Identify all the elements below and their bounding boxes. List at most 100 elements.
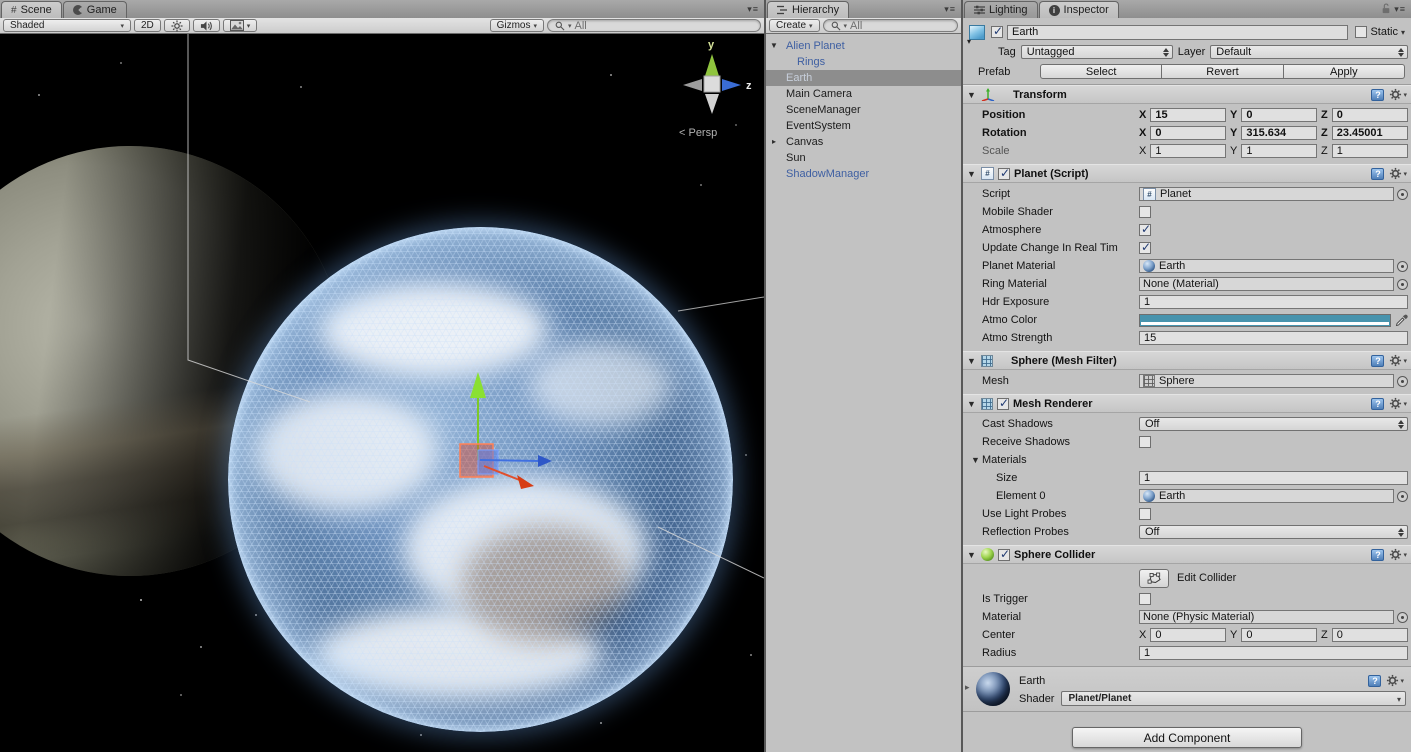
foldout-closed-icon[interactable]: ▸	[772, 137, 776, 146]
mesh-filter-header[interactable]: ▼ Sphere (Mesh Filter) ? ▾	[963, 351, 1411, 370]
update-change-checkbox[interactable]	[1139, 242, 1151, 254]
script-object-field[interactable]: #Planet	[1139, 187, 1394, 201]
center-z-field[interactable]: 0	[1332, 628, 1408, 642]
object-picker-icon[interactable]	[1397, 612, 1408, 623]
position-z-field[interactable]: 0	[1332, 108, 1408, 122]
scale-y-field[interactable]: 1	[1241, 144, 1317, 158]
shading-mode-dropdown[interactable]: Shaded ▾	[3, 19, 131, 32]
shader-dropdown[interactable]: Planet/Planet ▾	[1061, 691, 1406, 706]
tab-inspector[interactable]: i Inspector	[1039, 1, 1119, 18]
center-x-field[interactable]: 0	[1150, 628, 1226, 642]
hierarchy-item-eventsystem[interactable]: EventSystem	[766, 118, 961, 134]
radius-field[interactable]: 1	[1139, 646, 1408, 660]
object-picker-icon[interactable]	[1397, 261, 1408, 272]
gameobject-cube-icon[interactable]	[969, 25, 985, 40]
sphere-collider-header[interactable]: ▼ Sphere Collider ? ▾	[963, 545, 1411, 564]
prefab-revert-button[interactable]: Revert	[1162, 64, 1283, 79]
active-checkbox[interactable]	[991, 26, 1003, 38]
foldout-open-icon[interactable]: ▼	[967, 169, 977, 179]
hierarchy-item-canvas[interactable]: ▸ Canvas	[766, 134, 961, 150]
object-picker-icon[interactable]	[1397, 279, 1408, 290]
receive-shadows-checkbox[interactable]	[1139, 436, 1151, 448]
is-trigger-checkbox[interactable]	[1139, 593, 1151, 605]
material-thumbnail[interactable]	[976, 672, 1010, 706]
gear-icon[interactable]: ▾	[1389, 354, 1407, 367]
hierarchy-search-input[interactable]: ▾ All	[823, 19, 958, 32]
tab-scene[interactable]: # Scene	[1, 1, 62, 18]
scene-search-input[interactable]: ▾ All	[547, 19, 761, 32]
gear-icon[interactable]: ▾	[1389, 88, 1407, 101]
hierarchy-item-main-camera[interactable]: Main Camera	[766, 86, 961, 102]
prefab-select-button[interactable]: Select	[1040, 64, 1162, 79]
scene-lighting-toggle[interactable]	[164, 19, 190, 32]
scene-panel-menu-icon[interactable]: ▾≡	[742, 4, 764, 15]
layer-dropdown[interactable]: Default	[1210, 45, 1408, 59]
prefab-apply-button[interactable]: Apply	[1284, 64, 1405, 79]
foldout-open-icon[interactable]: ▼	[967, 550, 977, 560]
ring-material-field[interactable]: None (Material)	[1139, 277, 1394, 291]
help-icon[interactable]: ?	[1371, 89, 1384, 101]
gear-icon[interactable]: ▾	[1389, 167, 1407, 180]
gear-icon[interactable]: ▾	[1389, 397, 1407, 410]
tag-dropdown[interactable]: Untagged	[1021, 45, 1173, 59]
planet-material-field[interactable]: Earth	[1139, 259, 1394, 273]
scale-z-field[interactable]: 1	[1332, 144, 1408, 158]
atmosphere-checkbox[interactable]	[1139, 224, 1151, 236]
center-y-field[interactable]: 0	[1241, 628, 1317, 642]
hierarchy-panel-menu-icon[interactable]: ▾≡	[939, 4, 961, 15]
atmo-color-swatch[interactable]	[1139, 314, 1391, 327]
create-dropdown[interactable]: Create ▾	[769, 19, 820, 32]
foldout-open-icon[interactable]: ▼	[770, 41, 778, 50]
help-icon[interactable]: ?	[1371, 549, 1384, 561]
object-picker-icon[interactable]	[1397, 189, 1408, 200]
foldout-open-icon[interactable]: ▼	[967, 90, 977, 100]
element0-field[interactable]: Earth	[1139, 489, 1394, 503]
reflection-probes-dropdown[interactable]: Off	[1139, 525, 1408, 539]
scene-effects-dropdown[interactable]: ▾	[223, 19, 258, 32]
help-icon[interactable]: ?	[1371, 398, 1384, 410]
cast-shadows-dropdown[interactable]: Off	[1139, 417, 1408, 431]
inspector-lock-and-menu[interactable]: ▾≡	[1376, 3, 1411, 15]
scene-orientation-gizmo[interactable]: y z < Persp	[663, 36, 758, 148]
eyedropper-icon[interactable]	[1395, 314, 1408, 327]
component-enabled-checkbox[interactable]	[997, 398, 1009, 410]
object-picker-icon[interactable]	[1397, 376, 1408, 387]
foldout-open-icon[interactable]: ▼	[967, 399, 977, 409]
static-dropdown-icon[interactable]: ▾	[1401, 28, 1405, 37]
static-checkbox[interactable]	[1355, 26, 1367, 38]
lock-open-icon[interactable]	[1381, 3, 1391, 14]
inspector-menu-icon[interactable]: ▾≡	[1394, 4, 1406, 14]
mesh-renderer-header[interactable]: ▼ Mesh Renderer ? ▾	[963, 394, 1411, 413]
object-picker-icon[interactable]	[1397, 491, 1408, 502]
component-enabled-checkbox[interactable]	[998, 549, 1010, 561]
tab-game[interactable]: Game	[63, 1, 127, 18]
2d-toggle-button[interactable]: 2D	[134, 19, 161, 32]
hierarchy-item-alien-planet[interactable]: ▼ Alien Planet	[766, 38, 961, 54]
gear-icon[interactable]: ▾	[1386, 674, 1404, 687]
rotation-x-field[interactable]: 0	[1150, 126, 1226, 140]
scale-x-field[interactable]: 1	[1150, 144, 1226, 158]
position-x-field[interactable]: 15	[1150, 108, 1226, 122]
use-light-probes-checkbox[interactable]	[1139, 508, 1151, 520]
position-y-field[interactable]: 0	[1241, 108, 1317, 122]
materials-foldout-row[interactable]: ▼ Materials	[963, 451, 1411, 469]
tab-hierarchy[interactable]: Hierarchy	[767, 1, 849, 18]
help-icon[interactable]: ?	[1371, 168, 1384, 180]
mobile-shader-checkbox[interactable]	[1139, 206, 1151, 218]
hierarchy-item-rings[interactable]: Rings	[766, 54, 961, 70]
tab-lighting[interactable]: Lighting	[964, 1, 1038, 18]
planet-script-header[interactable]: ▼ # Planet (Script) ? ▾	[963, 164, 1411, 183]
hierarchy-item-earth[interactable]: Earth	[766, 70, 961, 86]
component-enabled-checkbox[interactable]	[998, 168, 1010, 180]
hierarchy-item-scenemanager[interactable]: SceneManager	[766, 102, 961, 118]
hierarchy-item-sun[interactable]: Sun	[766, 150, 961, 166]
transform-header[interactable]: ▼ Transform ? ▾	[963, 85, 1411, 104]
rotation-y-field[interactable]: 315.634	[1241, 126, 1317, 140]
add-component-button[interactable]: Add Component	[1072, 727, 1302, 748]
mesh-object-field[interactable]: Sphere	[1139, 374, 1394, 388]
edit-collider-button[interactable]	[1139, 569, 1169, 588]
gameobject-name-field[interactable]	[1007, 25, 1348, 40]
hierarchy-item-shadowmanager[interactable]: ShadowManager	[766, 166, 961, 182]
gizmos-dropdown[interactable]: Gizmos ▾	[490, 19, 544, 32]
gear-icon[interactable]: ▾	[1389, 548, 1407, 561]
